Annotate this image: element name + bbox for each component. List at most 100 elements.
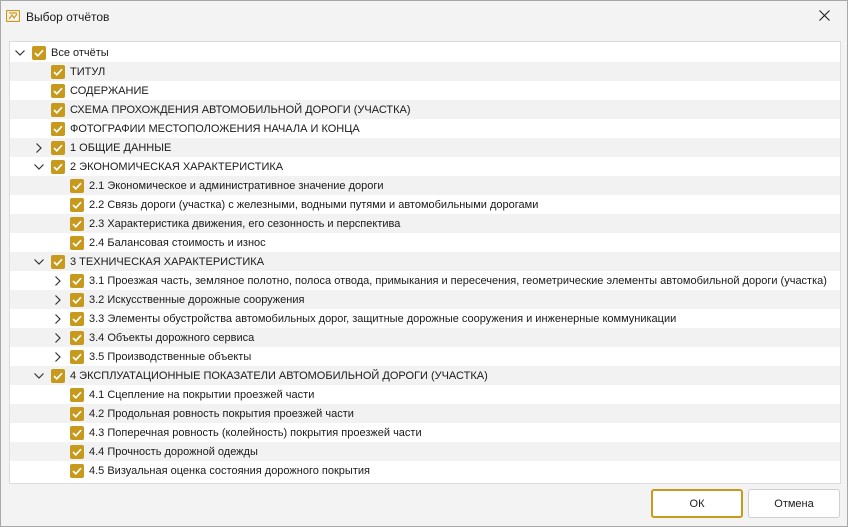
checkmark-icon [53, 372, 63, 380]
checkbox[interactable] [70, 311, 84, 326]
checkbox[interactable] [32, 45, 46, 60]
tree-item[interactable]: 1 ОБЩИЕ ДАННЫЕ [10, 138, 840, 157]
checkbox[interactable] [70, 273, 84, 288]
tree-item[interactable]: 4.2 Продольная ровность покрытия проезже… [10, 404, 840, 423]
checkmark-icon [72, 429, 82, 437]
tree-item-label: 4.2 Продольная ровность покрытия проезже… [89, 407, 354, 420]
checkbox[interactable] [51, 102, 65, 117]
tree-item[interactable]: 4.1 Сцепление на покрытии проезжей части [10, 385, 840, 404]
checkmark-icon [72, 220, 82, 228]
tree-item[interactable]: 3 ТЕХНИЧЕСКАЯ ХАРАКТЕРИСТИКА [10, 252, 840, 271]
tree-item[interactable]: 3.1 Проезжая часть, земляное полотно, по… [10, 271, 840, 290]
chevron-right-icon[interactable] [52, 294, 64, 306]
tree-item-label: 3.2 Искусственные дорожные сооружения [89, 293, 305, 306]
checkmark-icon [72, 448, 82, 456]
checkmark-icon [72, 239, 82, 247]
chevron-right-icon[interactable] [52, 313, 64, 325]
checkbox[interactable] [51, 121, 65, 136]
tree-item[interactable]: СХЕМА ПРОХОЖДЕНИЯ АВТОМОБИЛЬНОЙ ДОРОГИ (… [10, 100, 840, 119]
tree-item[interactable]: 4.5 Визуальная оценка состояния дорожног… [10, 461, 840, 480]
checkmark-icon [72, 277, 82, 285]
checkmark-icon [72, 334, 82, 342]
checkmark-icon [72, 410, 82, 418]
chevron-right-icon[interactable] [52, 332, 64, 344]
checkmark-icon [53, 87, 63, 95]
tree-item[interactable]: 4.4 Прочность дорожной одежды [10, 442, 840, 461]
tree-item-label: 4.3 Поперечная ровность (колейность) пок… [89, 426, 422, 439]
tree-item-label: ФОТОГРАФИИ МЕСТОПОЛОЖЕНИЯ НАЧАЛА И КОНЦА [70, 122, 360, 135]
tree-item-label: 4.1 Сцепление на покрытии проезжей части [89, 388, 315, 401]
tree-item-label: 2.2 Связь дороги (участка) с железными, … [89, 198, 539, 211]
checkbox[interactable] [51, 140, 65, 155]
checkbox[interactable] [70, 406, 84, 421]
tree-item-label: 2.4 Балансовая стоимость и износ [89, 236, 266, 249]
checkmark-icon [72, 391, 82, 399]
ok-button[interactable]: ОК [651, 489, 743, 518]
checkbox[interactable] [70, 349, 84, 364]
close-button[interactable] [801, 1, 847, 33]
tree-item[interactable]: 4 ЭКСПЛУАТАЦИОННЫЕ ПОКАЗАТЕЛИ АВТОМОБИЛЬ… [10, 366, 840, 385]
checkmark-icon [34, 49, 44, 57]
checkbox[interactable] [51, 64, 65, 79]
checkmark-icon [72, 201, 82, 209]
tree-item[interactable]: ФОТОГРАФИИ МЕСТОПОЛОЖЕНИЯ НАЧАЛА И КОНЦА [10, 119, 840, 138]
tree-item-label: 3.1 Проезжая часть, земляное полотно, по… [89, 274, 827, 287]
tree-item[interactable]: 2 ЭКОНОМИЧЕСКАЯ ХАРАКТЕРИСТИКА [10, 157, 840, 176]
tree-item[interactable]: Все отчёты [10, 43, 840, 62]
checkbox[interactable] [51, 159, 65, 174]
checkbox[interactable] [70, 330, 84, 345]
checkbox[interactable] [51, 254, 65, 269]
tree-item-label: ТИТУЛ [70, 65, 106, 78]
tree-item-label: 3.4 Объекты дорожного сервиса [89, 331, 255, 344]
tree-item-label: 3.5 Производственные объекты [89, 350, 252, 363]
chevron-right-icon[interactable] [33, 142, 45, 154]
close-icon [818, 10, 830, 24]
chevron-down-icon[interactable] [14, 47, 26, 59]
checkmark-icon [72, 467, 82, 475]
tree-item-label: СОДЕРЖАНИЕ [70, 84, 149, 97]
chevron-down-icon[interactable] [33, 161, 45, 173]
checkbox[interactable] [70, 235, 84, 250]
checkbox[interactable] [70, 463, 84, 478]
tree-item[interactable]: 3.4 Объекты дорожного сервиса [10, 328, 840, 347]
tree-item[interactable]: 3.5 Производственные объекты [10, 347, 840, 366]
tree-item[interactable]: 3.3 Элементы обустройства автомобильных … [10, 309, 840, 328]
tree-item-label: 4 ЭКСПЛУАТАЦИОННЫЕ ПОКАЗАТЕЛИ АВТОМОБИЛЬ… [70, 369, 488, 382]
checkbox[interactable] [70, 292, 84, 307]
tree-item[interactable]: 2.1 Экономическое и административное зна… [10, 176, 840, 195]
checkmark-icon [53, 106, 63, 114]
tree-item[interactable]: 3.2 Искусственные дорожные сооружения [10, 290, 840, 309]
tree-item-label: Все отчёты [51, 46, 109, 59]
app-icon [5, 9, 21, 23]
report-tree[interactable]: Все отчёты ТИТУЛ СОДЕРЖАНИЕ СХЕМА ПРОХОЖДЕН… [9, 41, 841, 484]
checkmark-icon [72, 296, 82, 304]
tree-item[interactable]: 2.2 Связь дороги (участка) с железными, … [10, 195, 840, 214]
tree-item[interactable]: 2.4 Балансовая стоимость и износ [10, 233, 840, 252]
tree-item[interactable]: 4.3 Поперечная ровность (колейность) пок… [10, 423, 840, 442]
tree-item[interactable]: СОДЕРЖАНИЕ [10, 81, 840, 100]
window-title: Выбор отчётов [26, 10, 110, 24]
checkbox[interactable] [70, 425, 84, 440]
chevron-right-icon[interactable] [52, 275, 64, 287]
chevron-down-icon[interactable] [33, 370, 45, 382]
chevron-right-icon[interactable] [52, 351, 64, 363]
tree-item-label: 1 ОБЩИЕ ДАННЫЕ [70, 141, 172, 154]
checkmark-icon [53, 68, 63, 76]
checkbox[interactable] [51, 83, 65, 98]
cancel-button[interactable]: Отмена [748, 489, 840, 518]
checkbox[interactable] [70, 387, 84, 402]
checkbox[interactable] [70, 444, 84, 459]
chevron-down-icon[interactable] [33, 256, 45, 268]
tree-item-label: 4.4 Прочность дорожной одежды [89, 445, 258, 458]
checkbox[interactable] [70, 197, 84, 212]
tree-item[interactable]: ТИТУЛ [10, 62, 840, 81]
checkbox[interactable] [70, 216, 84, 231]
tree-item[interactable]: 2.3 Характеристика движения, его сезонно… [10, 214, 840, 233]
checkbox[interactable] [51, 368, 65, 383]
checkbox[interactable] [70, 178, 84, 193]
